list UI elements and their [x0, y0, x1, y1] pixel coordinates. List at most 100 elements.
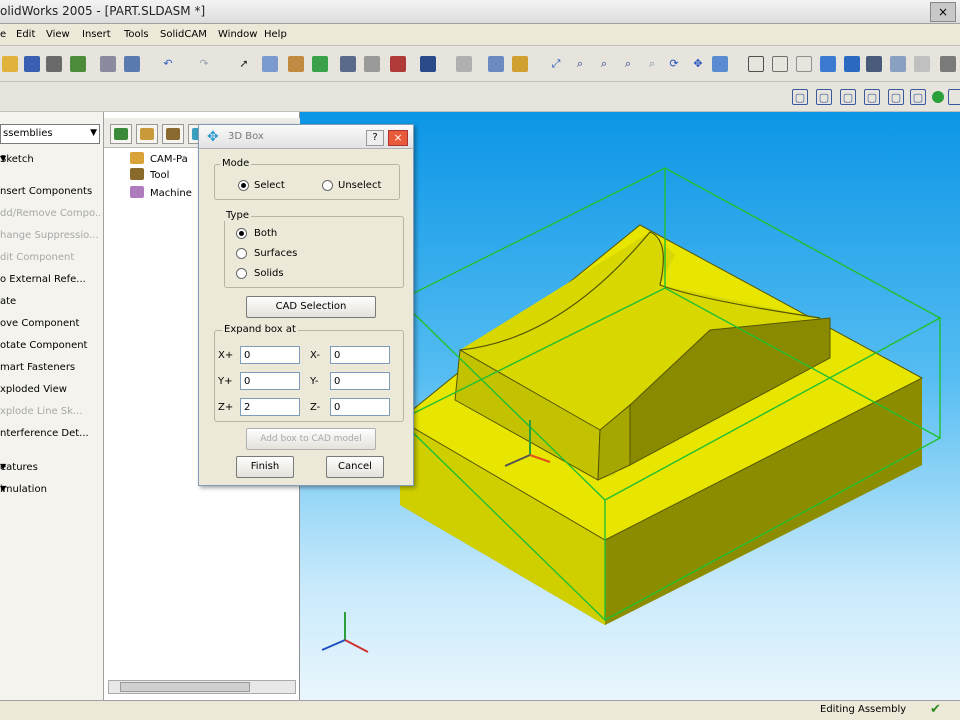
command-item[interactable]: ate [0, 292, 100, 312]
command-item[interactable]: Sketch ▼ [0, 150, 100, 170]
z-minus-input[interactable] [330, 398, 390, 416]
view-right-icon[interactable]: ▢ [864, 89, 880, 105]
command-item[interactable]: xplode Line Sk... [0, 402, 100, 422]
command-item[interactable]: mart Fasteners [0, 358, 100, 378]
save-icon[interactable] [24, 56, 40, 72]
layer-icon[interactable] [420, 56, 436, 72]
hidden-lines-icon[interactable] [772, 56, 788, 72]
type-solids-radio[interactable] [236, 268, 247, 279]
zoom-in-icon[interactable]: ⌕ [596, 56, 612, 72]
z-plus-label: Z+ [218, 402, 234, 413]
print-icon[interactable] [46, 56, 62, 72]
shaded-icon[interactable] [844, 56, 860, 72]
add-box-button[interactable]: Add box to CAD model [246, 428, 376, 450]
tree-item-machine[interactable]: Machine [130, 186, 192, 199]
menu-file[interactable]: e [0, 29, 6, 40]
command-item[interactable]: o External Refe... [0, 270, 100, 290]
command-item[interactable]: dd/Remove Compo... [0, 204, 100, 224]
command-item[interactable]: nterference Det... [0, 424, 100, 444]
rotate-icon[interactable]: ⟳ [666, 56, 682, 72]
type-surfaces-radio[interactable] [236, 248, 247, 259]
camera-icon[interactable] [940, 56, 956, 72]
menu-tools[interactable]: Tools [124, 29, 149, 40]
select-pointer-icon[interactable]: ➚ [236, 56, 252, 72]
menu-edit[interactable]: Edit [16, 29, 35, 40]
command-item[interactable]: hange Suppressio... [0, 226, 100, 246]
menu-solidcam[interactable]: SolidCAM [160, 29, 207, 40]
help-button[interactable]: ? [366, 130, 384, 146]
view-top-icon[interactable]: ▢ [888, 89, 904, 105]
hidden-removed-icon[interactable] [796, 56, 812, 72]
tree-item-cam-part[interactable]: CAM-Pa [130, 152, 188, 165]
menu-view[interactable]: View [46, 29, 70, 40]
wizard-icon[interactable] [512, 56, 528, 72]
stop-icon[interactable] [390, 56, 406, 72]
zoom-area-icon[interactable]: ⌕ [572, 56, 588, 72]
command-item[interactable]: otate Component [0, 336, 100, 356]
wireframe-icon[interactable] [748, 56, 764, 72]
library-icon[interactable] [488, 56, 504, 72]
pan-icon[interactable]: ✥ [690, 56, 706, 72]
command-item[interactable]: dit Component [0, 248, 100, 268]
print-preview-icon[interactable] [70, 56, 86, 72]
shaded-edges-icon[interactable] [820, 56, 836, 72]
view-normal-icon[interactable] [948, 89, 960, 105]
y-plus-input[interactable] [240, 372, 300, 390]
window-close-button[interactable]: × [930, 2, 956, 22]
command-item[interactable]: imulation ▼ [0, 480, 100, 500]
x-plus-input[interactable] [240, 346, 300, 364]
tab-configuration-manager[interactable] [162, 124, 184, 144]
zoom-selection-icon[interactable]: ⌕ [644, 56, 660, 72]
menu-bar: e Edit View Insert Tools SolidCAM Window… [0, 24, 960, 46]
mode-select-radio[interactable] [238, 180, 249, 191]
x-minus-input[interactable] [330, 346, 390, 364]
copy-icon[interactable] [124, 56, 140, 72]
open-icon[interactable] [2, 56, 18, 72]
view-bottom-icon[interactable]: ▢ [910, 89, 926, 105]
redo-icon[interactable]: ↷ [196, 56, 212, 72]
scrollbar-thumb[interactable] [120, 682, 250, 692]
perspective-icon[interactable] [890, 56, 906, 72]
tab-feature-tree[interactable] [110, 124, 132, 144]
command-item[interactable]: nsert Components [0, 182, 100, 202]
mode-unselect-radio[interactable] [322, 180, 333, 191]
type-both-radio[interactable] [236, 228, 247, 239]
command-item-label: ove Component [0, 318, 80, 329]
zoom-out-icon[interactable]: ⌕ [620, 56, 636, 72]
section-view-icon[interactable] [866, 56, 882, 72]
dialog-close-button[interactable]: × [388, 130, 408, 146]
command-item[interactable]: xploded View [0, 380, 100, 400]
undo-icon[interactable]: ↶ [160, 56, 176, 72]
menu-window[interactable]: Window [218, 29, 257, 40]
tree-item-tool[interactable]: Tool [130, 168, 169, 181]
status-bar [0, 700, 960, 720]
cut-icon[interactable] [100, 56, 116, 72]
standard-toolbar: ↶ ↷ ➚ ⤢ ⌕ ⌕ ⌕ ⌕ ⟳ ✥ [0, 46, 960, 82]
shadow-icon[interactable] [914, 56, 930, 72]
zoom-fit-icon[interactable]: ⤢ [548, 56, 564, 72]
grid-icon[interactable] [364, 56, 380, 72]
view-front-icon[interactable]: ▢ [792, 89, 808, 105]
options-icon[interactable] [288, 56, 304, 72]
cancel-button[interactable]: Cancel [326, 456, 384, 478]
tab-property-manager[interactable] [136, 124, 158, 144]
view-iso-icon[interactable] [932, 91, 944, 103]
traffic-light-icon[interactable] [312, 56, 328, 72]
y-minus-input[interactable] [330, 372, 390, 390]
measure-icon[interactable] [340, 56, 356, 72]
command-manager-dropdown[interactable]: ssemblies ▼ [0, 124, 100, 144]
finish-button[interactable]: Finish [236, 456, 294, 478]
command-item-label: hange Suppressio... [0, 230, 99, 241]
sketch-icon[interactable] [456, 56, 472, 72]
view-left-icon[interactable]: ▢ [840, 89, 856, 105]
cad-selection-button[interactable]: CAD Selection [246, 296, 376, 318]
view-orientation-icon[interactable] [712, 56, 728, 72]
rebuild-icon[interactable] [262, 56, 278, 72]
z-plus-input[interactable] [240, 398, 300, 416]
command-item[interactable]: ove Component [0, 314, 100, 334]
view-back-icon[interactable]: ▢ [816, 89, 832, 105]
command-item[interactable]: eatures ▼ [0, 458, 100, 478]
menu-help[interactable]: Help [264, 29, 287, 40]
menu-insert[interactable]: Insert [82, 29, 111, 40]
mode-group-label: Mode [220, 158, 252, 169]
